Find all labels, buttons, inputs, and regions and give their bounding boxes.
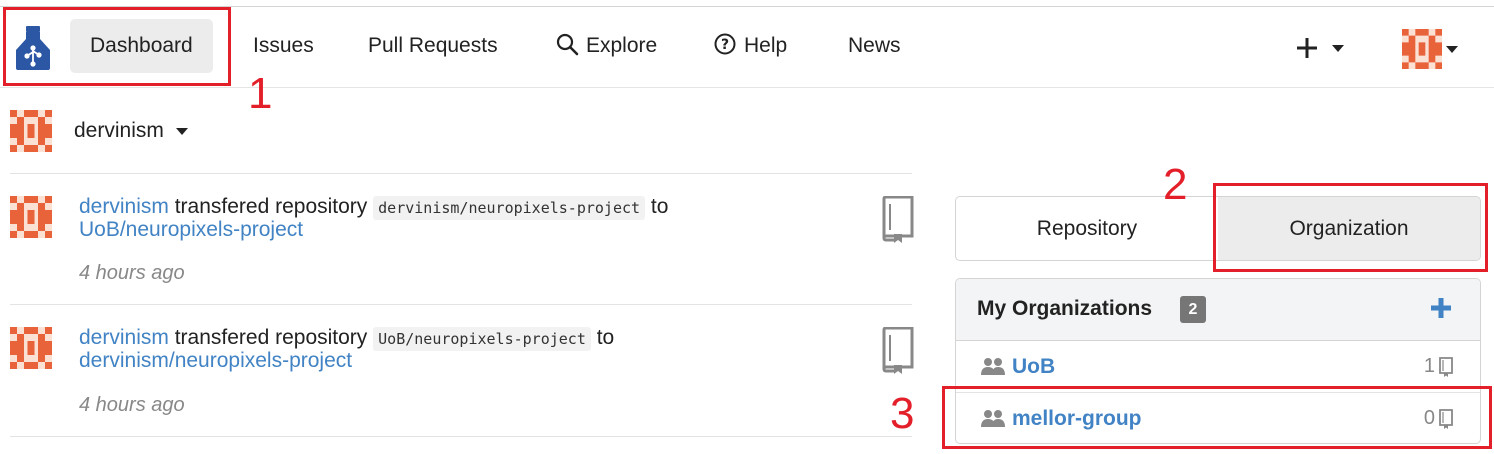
user-menu[interactable] bbox=[1402, 29, 1458, 69]
feed-timestamp: 4 hours ago bbox=[79, 394, 185, 416]
avatar[interactable] bbox=[10, 196, 52, 238]
feed-user-link[interactable]: dervinism bbox=[79, 195, 169, 218]
feed-repo-link[interactable]: UoB/neuropixels-project bbox=[79, 218, 303, 241]
avatar bbox=[10, 110, 52, 152]
context-username: dervinism bbox=[74, 119, 164, 142]
organizations-header: My Organizations 2 bbox=[956, 279, 1480, 341]
feed-message: dervinism transfered repository dervinis… bbox=[79, 195, 669, 241]
nav-issues[interactable]: Issues bbox=[253, 19, 314, 73]
repo-book-icon bbox=[882, 327, 914, 374]
caret-down-icon bbox=[175, 127, 188, 135]
feed-message: dervinism transfered repository UoB/neur… bbox=[79, 326, 615, 372]
nav-help[interactable]: ? Help bbox=[713, 19, 787, 73]
help-icon: ? bbox=[714, 33, 736, 55]
divider bbox=[10, 436, 912, 437]
search-icon bbox=[556, 34, 579, 56]
caret-down-icon bbox=[1446, 45, 1458, 53]
divider bbox=[10, 304, 912, 305]
avatar[interactable] bbox=[10, 327, 52, 369]
caret-down-icon bbox=[1332, 44, 1344, 52]
annotation-number-3: 3 bbox=[890, 389, 915, 438]
annotation-box-1 bbox=[3, 7, 231, 86]
organizations-title: My Organizations bbox=[977, 297, 1153, 320]
svg-text:?: ? bbox=[721, 37, 729, 53]
feed-user-link[interactable]: dervinism bbox=[79, 326, 169, 349]
organization-link[interactable]: UoB bbox=[980, 355, 1055, 379]
organizations-count-badge: 2 bbox=[1180, 296, 1206, 323]
annotation-box-3 bbox=[942, 386, 1492, 449]
feed-repo-code: UoB/neuropixels-project bbox=[373, 327, 591, 351]
nav-pull-requests[interactable]: Pull Requests bbox=[368, 19, 498, 73]
annotation-number-1: 1 bbox=[248, 69, 273, 118]
divider bbox=[10, 173, 912, 174]
context-switcher[interactable]: dervinism bbox=[10, 110, 188, 152]
organization-repo-count: 1 bbox=[1424, 355, 1454, 378]
repo-book-icon bbox=[882, 196, 914, 243]
nav-news[interactable]: News bbox=[848, 19, 901, 73]
repo-book-icon bbox=[1439, 356, 1453, 377]
feed-repo-code: dervinism/neuropixels-project bbox=[373, 196, 646, 220]
avatar bbox=[1402, 29, 1442, 69]
plus-icon bbox=[1297, 38, 1317, 58]
feed-timestamp: 4 hours ago bbox=[79, 262, 185, 284]
nav-explore[interactable]: Explore bbox=[555, 19, 657, 73]
annotation-box-2 bbox=[1213, 183, 1488, 272]
add-organization-plus-icon[interactable] bbox=[1430, 297, 1452, 319]
feed-repo-link[interactable]: dervinism/neuropixels-project bbox=[79, 349, 352, 372]
annotation-number-2: 2 bbox=[1163, 160, 1188, 209]
create-menu[interactable] bbox=[1296, 33, 1344, 63]
people-icon bbox=[981, 358, 1005, 375]
